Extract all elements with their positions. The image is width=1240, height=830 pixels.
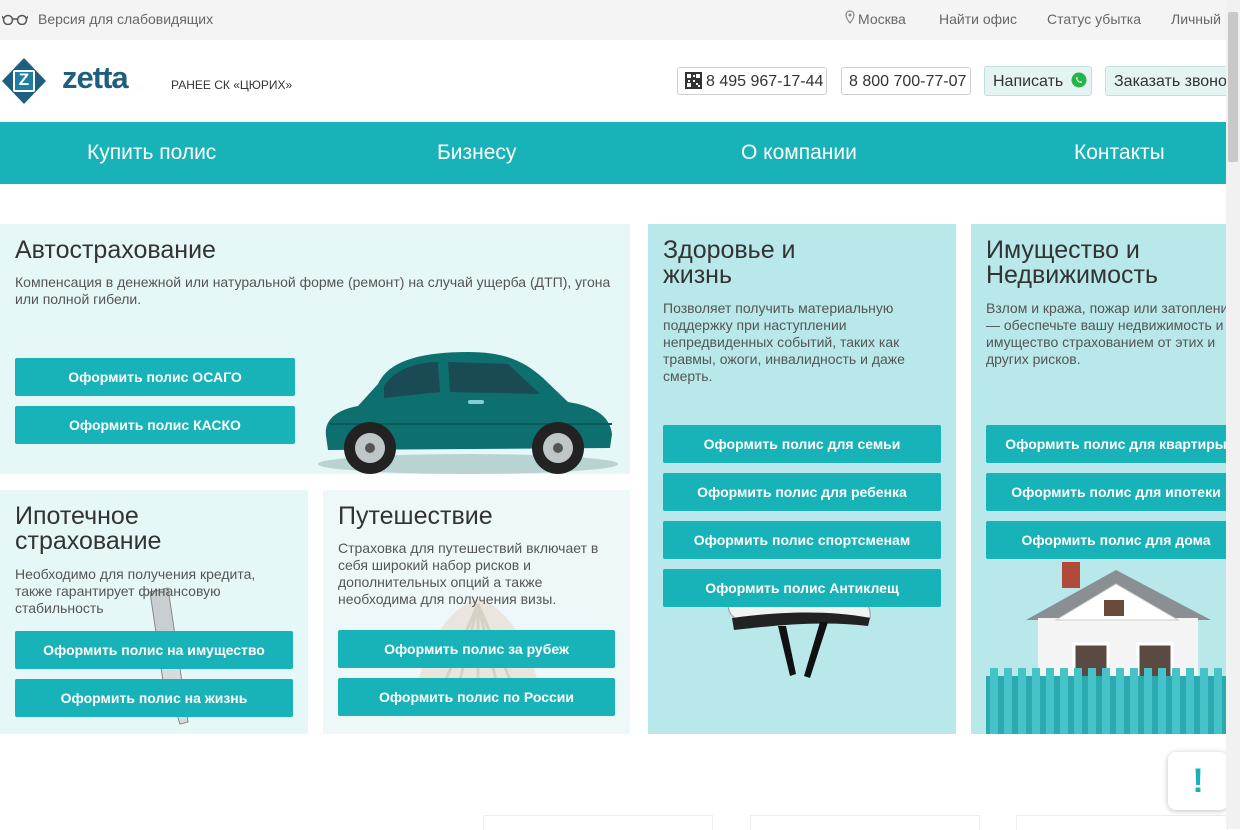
phone-federal-number: 8 800 700-77-07 — [849, 73, 967, 90]
mortgage-life-button[interactable]: Оформить полис на жизнь — [15, 679, 293, 717]
zetta-logo[interactable]: Z zetta — [0, 56, 140, 106]
write-button-label: Написать — [993, 73, 1064, 90]
personal-account-link[interactable]: Личный — [1171, 11, 1221, 27]
car-image — [318, 352, 618, 474]
card-health-life: Здоровье и жизнь Позволяет получить мате… — [648, 224, 956, 734]
callback-button-label: Заказать звонок — [1114, 73, 1226, 90]
travel-description: Страховка для путешествий включает в себ… — [338, 540, 599, 607]
feedback-widget-button[interactable]: ! — [1168, 752, 1228, 810]
osago-button[interactable]: Оформить полис ОСАГО — [15, 358, 295, 396]
find-office-link[interactable]: Найти офис — [939, 11, 1017, 27]
mortgage-property-button[interactable]: Оформить полис на имущество — [15, 631, 293, 669]
auto-title: Автострахование — [15, 236, 216, 264]
property-description: Взлом и кража, пожар или затопление — об… — [986, 300, 1226, 367]
write-whatsapp-button[interactable]: Написать — [984, 66, 1092, 96]
house-image — [986, 562, 1226, 734]
russia-policy-button[interactable]: Оформить полис по России — [338, 678, 615, 716]
phone-federal[interactable]: 8 800 700-77-07 — [841, 67, 971, 95]
kasko-button[interactable]: Оформить полис КАСКО — [15, 406, 295, 444]
house-policy-button[interactable]: Оформить полис для дома — [986, 521, 1226, 559]
health-title-line1: Здоровье и — [663, 236, 796, 264]
nav-business[interactable]: Бизнесу — [437, 141, 516, 165]
health-title-line2: жизнь — [663, 261, 732, 289]
page-scrollbar-thumb[interactable] — [1228, 12, 1238, 162]
city-selector[interactable]: Москва — [858, 11, 906, 27]
logo-text: zetta — [62, 60, 129, 95]
abroad-policy-button[interactable]: Оформить полис за рубеж — [338, 630, 615, 668]
mortgage-description: Необходимо для получения кредита, также … — [15, 566, 256, 616]
phone-moscow[interactable]: 8 495 967-17-44 — [677, 67, 827, 95]
bottom-card-3 — [1016, 815, 1228, 830]
travel-title: Путешествие — [338, 502, 493, 530]
antitick-policy-button[interactable]: Оформить полис Антиклещ — [663, 569, 941, 607]
card-property: Имущество и Недвижимость Взлом и кража, … — [971, 224, 1226, 734]
location-pin-icon — [845, 10, 855, 24]
child-policy-button[interactable]: Оформить полис для ребенка — [663, 473, 941, 511]
whatsapp-icon — [1071, 72, 1087, 88]
nav-buy-policy[interactable]: Купить полис — [87, 141, 216, 165]
card-mortgage: Ипотечное страхование Необходимо для пол… — [0, 490, 308, 734]
qr-code-icon — [685, 71, 702, 89]
mortgage-property-policy-button[interactable]: Оформить полис для ипотеки — [986, 473, 1226, 511]
feedback-alert-icon: ! — [1192, 762, 1204, 800]
family-policy-button[interactable]: Оформить полис для семьи — [663, 425, 941, 463]
glasses-icon[interactable] — [2, 13, 28, 25]
accessibility-version-link[interactable]: Версия для слабовидящих — [38, 11, 213, 27]
health-description: Позволяет получить материальную поддержк… — [663, 300, 905, 384]
main-nav: Купить полис Бизнесу О компании Контакты — [0, 122, 1226, 184]
card-auto-insurance: Автострахование Компенсация в денежной и… — [0, 224, 630, 474]
nav-about[interactable]: О компании — [741, 141, 857, 165]
callback-button[interactable]: Заказать звонок — [1105, 66, 1226, 96]
auto-description: Компенсация в денежной или натуральной ф… — [15, 274, 611, 307]
mortgage-title-line1: Ипотечное — [15, 502, 139, 530]
top-utility-bar: Версия для слабовидящих Москва Найти офи… — [0, 0, 1226, 40]
logo-mark-letter: Z — [18, 70, 30, 89]
property-title-line2: Недвижимость — [986, 261, 1158, 289]
property-title-line1: Имущество и — [986, 236, 1140, 264]
former-name-label: РАНЕЕ СК «ЦЮРИХ» — [171, 78, 293, 92]
sportsmen-policy-button[interactable]: Оформить полис спортсменам — [663, 521, 941, 559]
mortgage-title-line2: страхование — [15, 527, 162, 555]
card-travel: Путешествие Страховка для путешествий вк… — [323, 490, 630, 734]
bottom-card-1 — [483, 815, 713, 830]
bottom-card-2 — [750, 815, 980, 830]
nav-contacts[interactable]: Контакты — [1074, 141, 1165, 165]
claim-status-link[interactable]: Статус убытка — [1047, 11, 1141, 27]
phone-moscow-number: 8 495 967-17-44 — [706, 73, 824, 90]
apartment-policy-button[interactable]: Оформить полис для квартиры — [986, 425, 1226, 463]
